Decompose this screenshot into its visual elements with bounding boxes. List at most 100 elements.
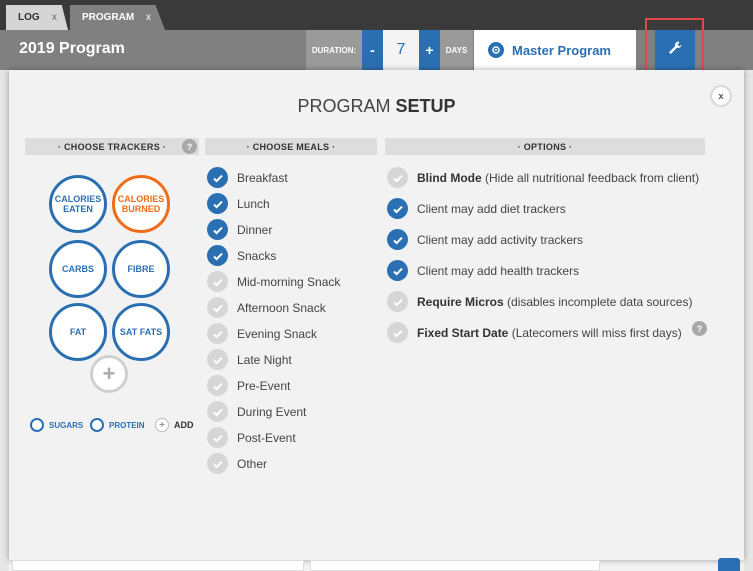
tracker-label: SAT FATS: [120, 327, 162, 337]
fixed-start-help-icon[interactable]: ?: [692, 321, 707, 336]
checkmark-icon[interactable]: [387, 322, 408, 343]
duration-value: 7: [383, 30, 419, 70]
scrollbar[interactable]: [744, 70, 753, 571]
add-tracker-button[interactable]: +: [90, 355, 128, 393]
option-label-text: Client may add activity trackers: [417, 232, 584, 247]
checkmark-icon[interactable]: [387, 291, 408, 312]
duration-increase-button[interactable]: +: [419, 30, 440, 70]
modal-title-light: PROGRAM: [297, 96, 396, 116]
tracker-sat-fats[interactable]: SAT FATS: [112, 303, 170, 361]
option-item[interactable]: Client may add health trackers: [387, 260, 579, 281]
option-item[interactable]: Require Micros (disables incomplete data…: [387, 291, 692, 312]
checkmark-icon[interactable]: [207, 427, 228, 448]
checkmark-icon[interactable]: [207, 167, 228, 188]
tracker-fibre[interactable]: FIBRE: [112, 240, 170, 298]
tracker-ring-icon: [90, 418, 104, 432]
add-small-tracker-button[interactable]: + ADD: [155, 418, 194, 432]
checkmark-icon[interactable]: [207, 193, 228, 214]
meal-item[interactable]: Pre-Event: [207, 375, 290, 396]
meal-label: Snacks: [237, 248, 277, 263]
trackers-help-icon[interactable]: ?: [182, 139, 197, 154]
checkmark-icon[interactable]: [387, 229, 408, 250]
option-label-text: Client may add health trackers: [417, 263, 580, 278]
tracker-label: CALORIES BURNED: [118, 194, 165, 214]
meal-item[interactable]: Evening Snack: [207, 323, 317, 344]
tab-program-close-icon[interactable]: x: [146, 12, 151, 23]
tab-log-label: LOG: [18, 12, 40, 23]
checkmark-icon[interactable]: [207, 349, 228, 370]
meal-label: Breakfast: [237, 170, 288, 185]
option-item[interactable]: Client may add diet trackers: [387, 198, 566, 219]
program-title: 2019 Program: [19, 40, 125, 57]
meal-item[interactable]: Snacks: [207, 245, 276, 266]
checkmark-icon[interactable]: [207, 453, 228, 474]
meal-item[interactable]: Other: [207, 453, 267, 474]
small-tracker-protein[interactable]: PROTEIN: [90, 418, 145, 432]
choose-meals-header: · CHOOSE MEALS ·: [205, 138, 377, 155]
meal-label: Pre-Event: [237, 378, 291, 393]
small-tracker-label: PROTEIN: [109, 420, 145, 430]
option-label-bold: Require Micros: [417, 294, 504, 309]
meal-item[interactable]: Late Night: [207, 349, 292, 370]
duration-decrease-button[interactable]: -: [362, 30, 383, 70]
option-label-text: (Hide all nutritional feedback from clie…: [481, 170, 700, 185]
meal-item[interactable]: Breakfast: [207, 167, 288, 188]
tracker-label-line1: CARBS: [61, 264, 94, 274]
modal-title-bold: SETUP: [395, 96, 456, 116]
meal-item[interactable]: During Event: [207, 401, 306, 422]
tracker-label: FAT: [70, 327, 86, 337]
checkmark-icon[interactable]: [207, 375, 228, 396]
meal-item[interactable]: Mid-morning Snack: [207, 271, 340, 292]
checkmark-icon[interactable]: [387, 260, 408, 281]
tab-program[interactable]: PROGRAM x: [70, 5, 165, 30]
program-selector[interactable]: Master Program: [474, 30, 636, 70]
checkmark-icon[interactable]: [207, 245, 228, 266]
program-header: 2019 Program DURATION: - 7 + DAYS Master…: [0, 30, 753, 76]
background-card: [310, 560, 600, 571]
checkmark-icon[interactable]: [387, 198, 408, 219]
tracker-label: CALORIES EATEN: [55, 194, 102, 214]
option-item[interactable]: Fixed Start Date (Latecomers will miss f…: [387, 322, 682, 343]
checkmark-icon[interactable]: [207, 271, 228, 292]
tracker-label-line1: FAT: [69, 327, 87, 337]
checkmark-icon[interactable]: [387, 167, 408, 188]
tracker-calories-eaten[interactable]: CALORIES EATEN: [49, 175, 107, 233]
days-label: DAYS: [440, 30, 473, 70]
checkmark-icon[interactable]: [207, 297, 228, 318]
tracker-carbs[interactable]: CARBS: [49, 240, 107, 298]
tab-bar: LOG x PROGRAM x: [0, 0, 753, 30]
tracker-label: FIBRE: [128, 264, 155, 274]
tracker-label: CARBS: [62, 264, 94, 274]
option-label: Client may add activity trackers: [417, 233, 583, 247]
background-card: [12, 560, 304, 571]
meal-label: During Event: [237, 404, 307, 419]
tab-program-label: PROGRAM: [82, 12, 135, 23]
small-tracker-label: SUGARS: [49, 420, 84, 430]
meal-label: Other: [237, 456, 268, 471]
tracker-label-line2: EATEN: [63, 204, 93, 214]
meal-label: Dinner: [237, 222, 273, 237]
plus-icon: +: [155, 418, 169, 432]
background-button: [718, 558, 740, 571]
small-tracker-sugars[interactable]: SUGARS: [30, 418, 83, 432]
meal-item[interactable]: Lunch: [207, 193, 270, 214]
duration-label: DURATION:: [306, 30, 362, 70]
tracker-fat[interactable]: FAT: [49, 303, 107, 361]
program-icon: [488, 42, 504, 58]
tab-log[interactable]: LOG x: [6, 5, 68, 30]
choose-trackers-header: · CHOOSE TRACKERS ·: [25, 138, 199, 155]
meal-label: Evening Snack: [237, 326, 318, 341]
tracker-calories-burned[interactable]: CALORIES BURNED: [112, 175, 170, 233]
checkmark-icon[interactable]: [207, 401, 228, 422]
tab-log-close-icon[interactable]: x: [52, 12, 57, 23]
meal-item[interactable]: Dinner: [207, 219, 272, 240]
meal-item[interactable]: Afternoon Snack: [207, 297, 326, 318]
option-item[interactable]: Blind Mode (Hide all nutritional feedbac…: [387, 167, 699, 188]
checkmark-icon[interactable]: [207, 323, 228, 344]
tracker-ring-icon: [30, 418, 44, 432]
tracker-label-line1: CALORIES: [117, 194, 165, 204]
option-item[interactable]: Client may add activity trackers: [387, 229, 583, 250]
option-label: Client may add diet trackers: [417, 202, 566, 216]
meal-item[interactable]: Post-Event: [207, 427, 296, 448]
checkmark-icon[interactable]: [207, 219, 228, 240]
